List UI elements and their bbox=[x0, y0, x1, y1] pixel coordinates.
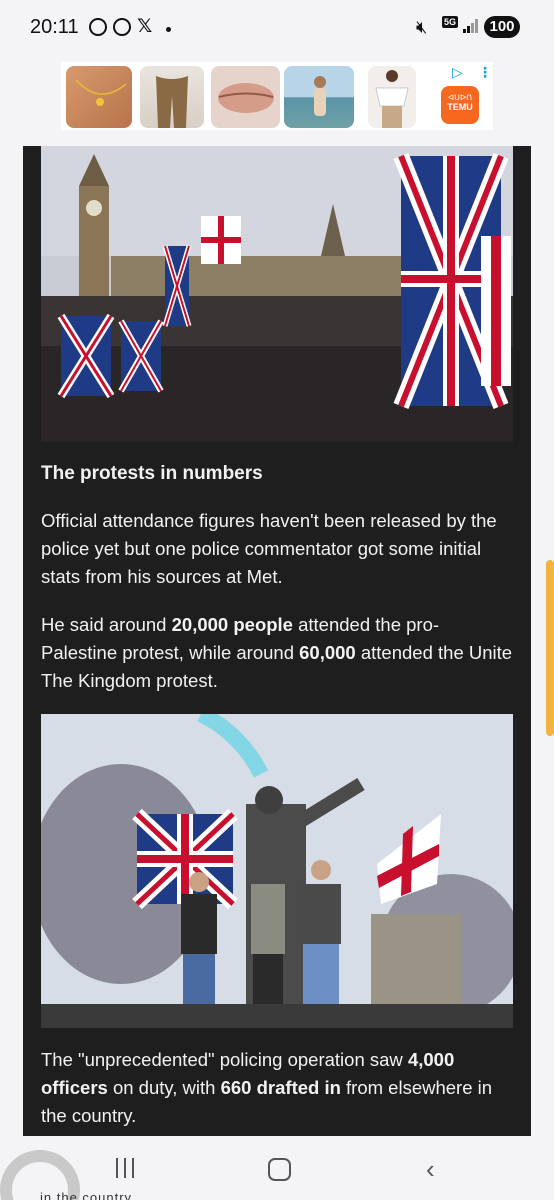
crowd-with-union-flags-photo[interactable] bbox=[41, 146, 513, 442]
paragraph-1: Official attendance figures haven't been… bbox=[41, 510, 497, 587]
status-time: 20:11 bbox=[30, 16, 79, 38]
media-play-icon bbox=[113, 18, 131, 36]
lip-gloss-ad[interactable] bbox=[211, 66, 280, 128]
p3-text-1: The "unprecedented" policing operation s… bbox=[41, 1049, 408, 1070]
x-app-icon: 𝕏 bbox=[137, 16, 153, 37]
recents-icon[interactable] bbox=[114, 1158, 136, 1180]
swimsuit-ad[interactable] bbox=[284, 66, 354, 128]
edge-panel-handle[interactable] bbox=[546, 560, 554, 736]
paragraph-2: He said around 20,000 people attended th… bbox=[41, 611, 513, 695]
blouse-ad[interactable] bbox=[368, 66, 416, 128]
home-icon[interactable] bbox=[268, 1158, 291, 1181]
ad-more-icon[interactable]: ⋮ bbox=[478, 64, 492, 81]
p3-bold-2: 660 drafted in bbox=[220, 1077, 341, 1098]
paragraph-3: The "unprecedented" policing operation s… bbox=[41, 1046, 513, 1130]
temu-logo[interactable]: ᐊᑌᐅᑎ TEMU bbox=[441, 86, 479, 124]
5g-network-icon: 5G bbox=[442, 16, 459, 28]
p2-bold-1: 20,000 people bbox=[171, 614, 293, 635]
battery-indicator: 100 bbox=[484, 16, 520, 38]
football-icon bbox=[89, 18, 107, 36]
p3-text-2: on duty, with bbox=[107, 1077, 221, 1098]
ad-choices-icon[interactable]: ▷ bbox=[452, 64, 463, 81]
notification-dot bbox=[166, 27, 171, 32]
jewelry-ad[interactable] bbox=[66, 66, 132, 128]
cut-off-text: in the country bbox=[40, 1190, 133, 1200]
temu-label: TEMU bbox=[447, 102, 473, 112]
leggings-ad[interactable] bbox=[140, 66, 204, 128]
temu-symbol: ᐊᑌᐅᑎ bbox=[447, 93, 472, 102]
signal-icon bbox=[463, 19, 481, 33]
section-heading: The protests in numbers bbox=[41, 463, 263, 484]
p2-text-1: He said around bbox=[41, 614, 172, 635]
back-icon[interactable]: ‹ bbox=[426, 1156, 435, 1182]
men-on-statue-with-flags-photo[interactable] bbox=[41, 714, 513, 1028]
p2-bold-2: 60,000 bbox=[299, 642, 356, 663]
mute-icon: 🔇︎ bbox=[416, 17, 428, 37]
status-bar: 20:11 𝕏 🔇︎ 5G 100 bbox=[0, 0, 554, 56]
